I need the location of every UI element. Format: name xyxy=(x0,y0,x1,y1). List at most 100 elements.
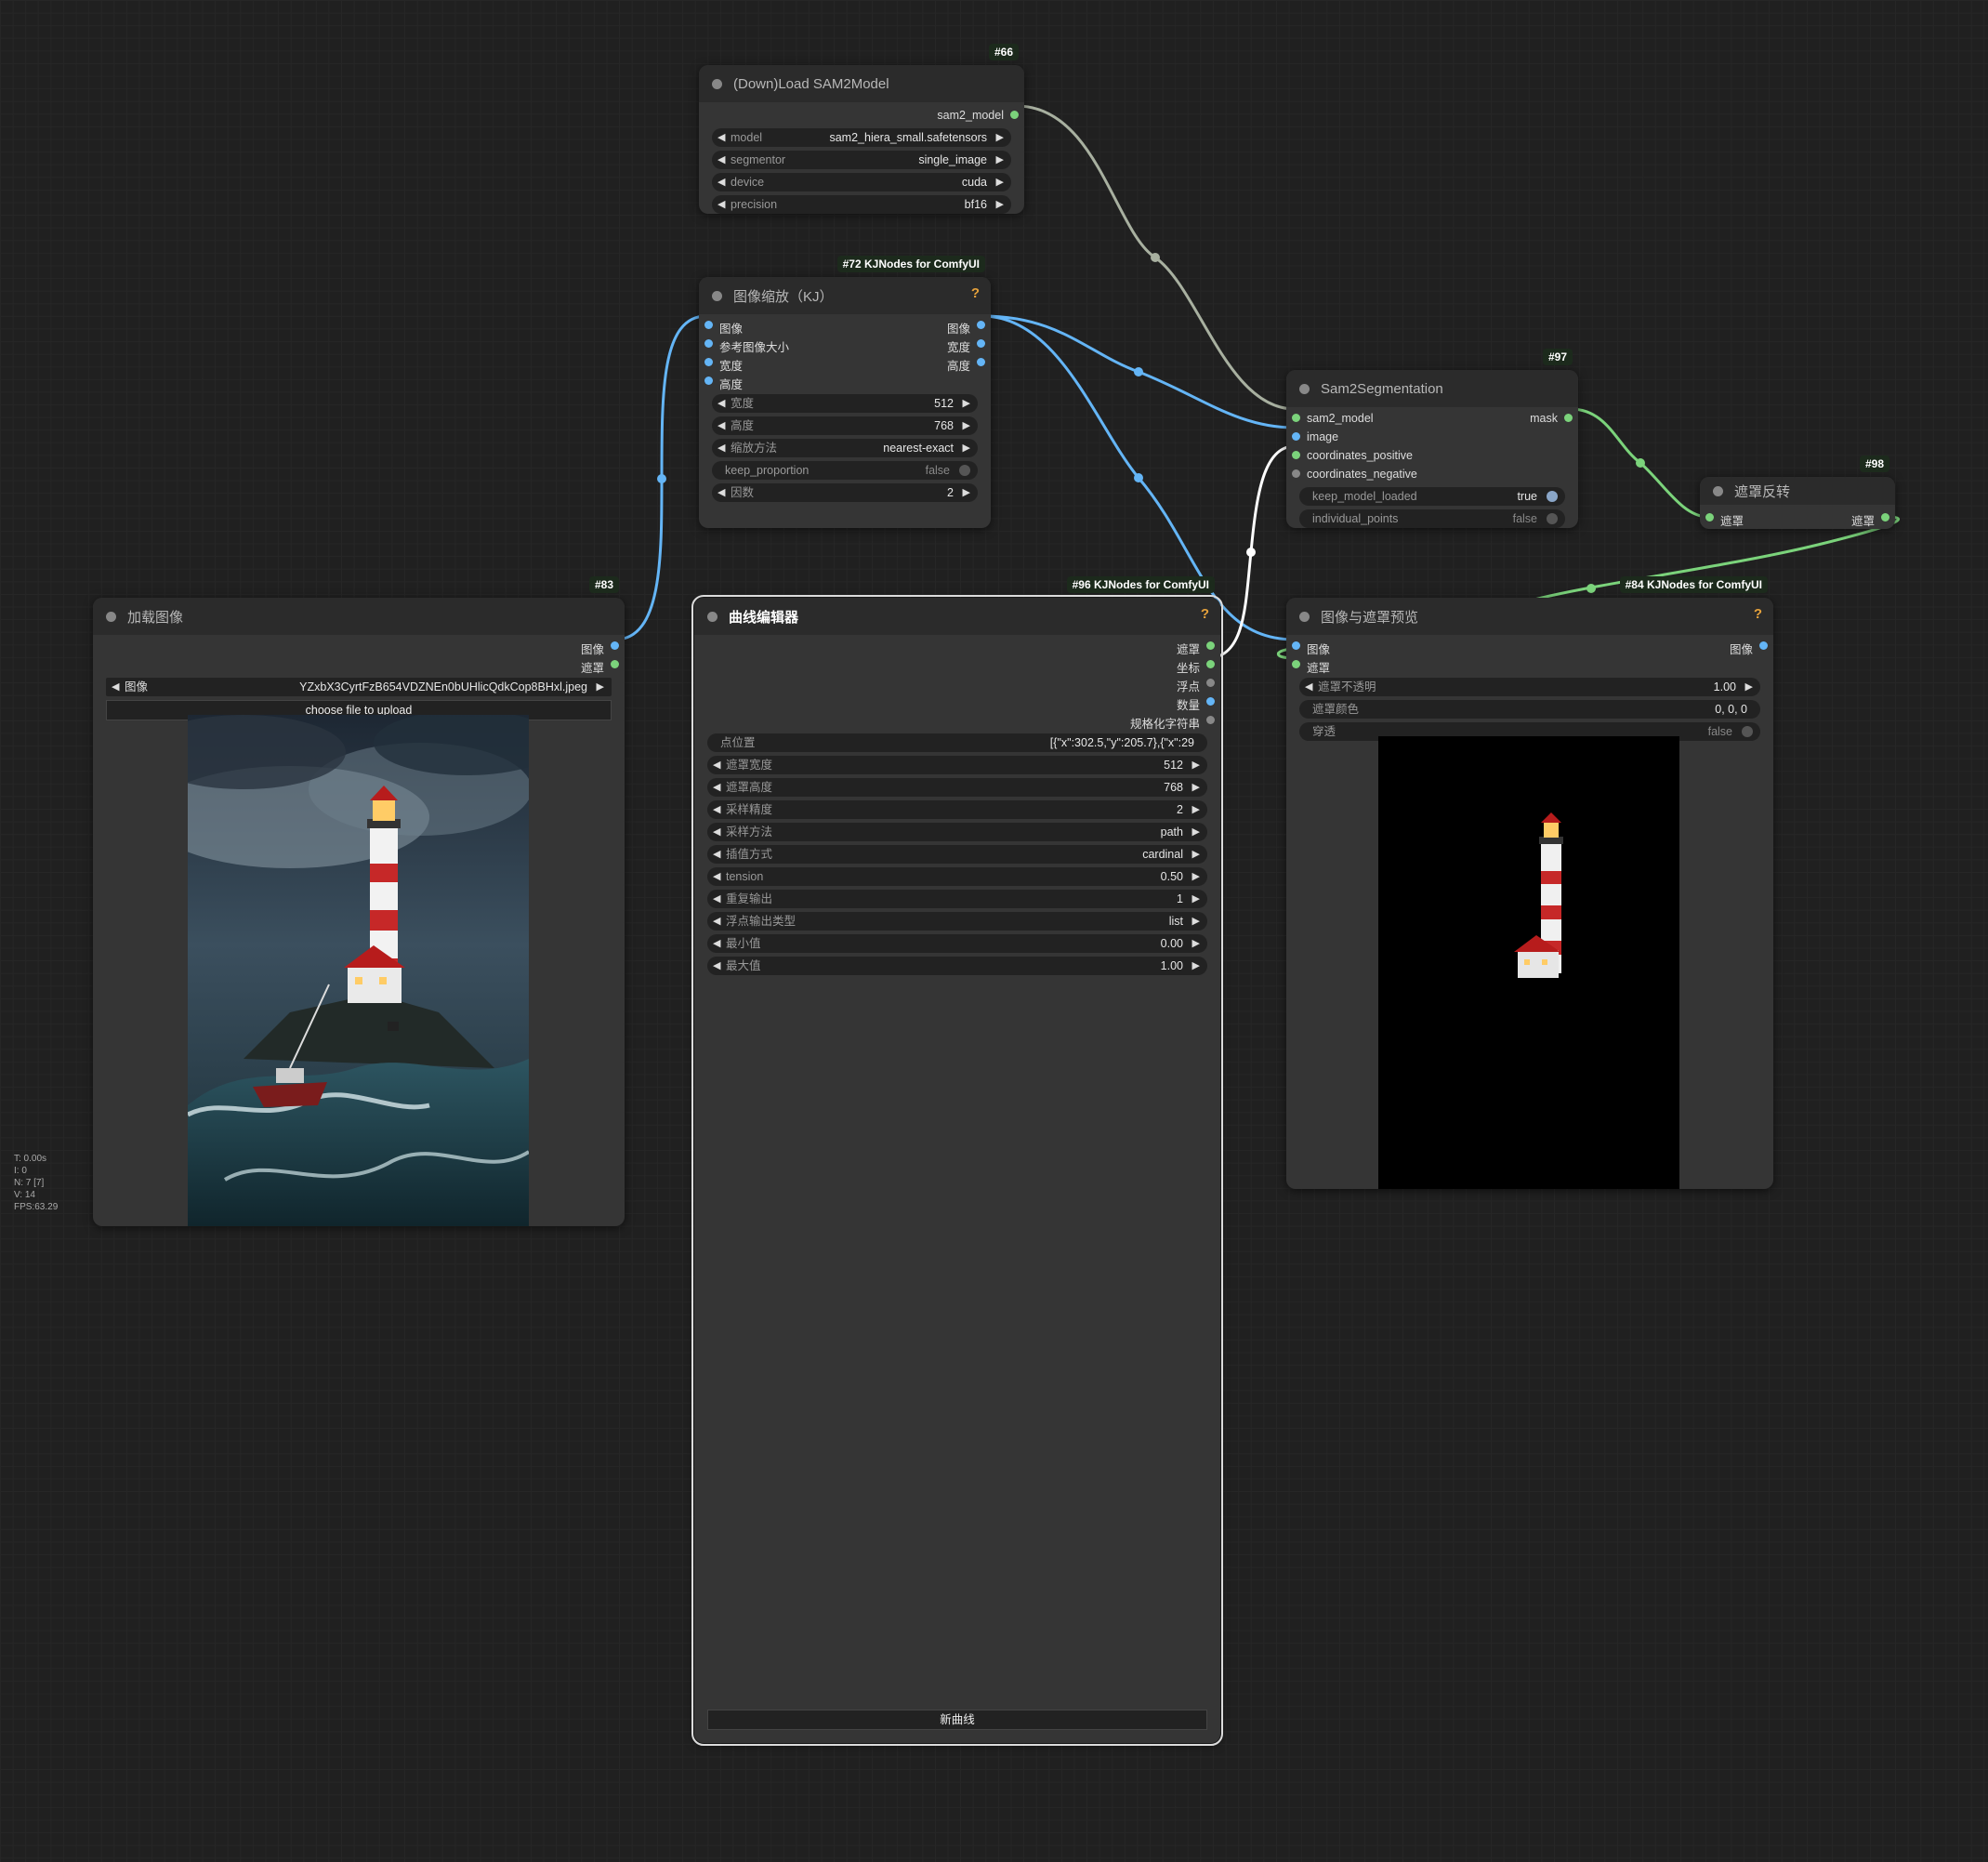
output-port-dot[interactable] xyxy=(1881,513,1889,522)
toggle-keep-model-loaded[interactable]: keep_model_loaded true xyxy=(1299,487,1565,506)
arrow-left-icon[interactable]: ◀ xyxy=(718,483,725,502)
number-widget-width[interactable]: ◀ 宽度 512 ▶ xyxy=(712,394,978,413)
text-widget-mask-color[interactable]: 遮罩颜色 0, 0, 0 xyxy=(1299,700,1760,719)
port-row[interactable]: 高度 xyxy=(699,372,991,391)
port-row[interactable]: 图像 图像 xyxy=(699,316,991,336)
arrow-left-icon[interactable]: ◀ xyxy=(713,957,720,975)
node-curve-editor[interactable]: #96 KJNodes for ComfyUI 曲线编辑器 ? 遮罩 坐标 浮点… xyxy=(691,576,1223,1746)
input-port-dot[interactable] xyxy=(1705,513,1714,522)
input-port-dot[interactable] xyxy=(1292,414,1300,422)
output-port-dot[interactable] xyxy=(1759,641,1768,650)
number-widget[interactable]: ◀ tension 0.50 ▶ xyxy=(707,867,1207,886)
output-port-dot[interactable] xyxy=(1206,660,1215,668)
input-port-dot[interactable] xyxy=(704,321,713,329)
combo-widget[interactable]: ◀ 插值方式 cardinal ▶ xyxy=(707,845,1207,864)
arrow-right-icon[interactable]: ▶ xyxy=(963,416,970,435)
port-row[interactable]: 遮罩 xyxy=(1286,655,1773,675)
toggle-knob[interactable] xyxy=(1547,513,1558,524)
input-port-dot[interactable] xyxy=(704,376,713,385)
output-port-dot[interactable] xyxy=(1206,697,1215,706)
collapse-dot-icon[interactable] xyxy=(707,611,718,622)
port-row[interactable]: 浮点 xyxy=(694,674,1220,693)
arrow-left-icon[interactable]: ◀ xyxy=(112,678,119,696)
arrow-right-icon[interactable]: ▶ xyxy=(1192,756,1200,774)
port-row[interactable]: 规格化字符串 xyxy=(694,711,1220,731)
node-sam2-segmentation[interactable]: #97 Sam2Segmentation sam2_model mask ima… xyxy=(1286,349,1578,528)
port-row[interactable]: 遮罩 xyxy=(93,655,625,675)
output-port-dot[interactable] xyxy=(1010,111,1019,119)
output-port-dot[interactable] xyxy=(977,339,985,348)
combo-widget-precision[interactable]: ◀ precision bf16 ▶ xyxy=(712,195,1011,214)
arrow-left-icon[interactable]: ◀ xyxy=(713,800,720,819)
arrow-right-icon[interactable]: ▶ xyxy=(1192,912,1200,931)
arrow-left-icon[interactable]: ◀ xyxy=(713,867,720,886)
port-row[interactable]: image xyxy=(1286,428,1578,446)
arrow-left-icon[interactable]: ◀ xyxy=(718,151,725,169)
help-icon[interactable]: ? xyxy=(1201,606,1209,622)
collapse-dot-icon[interactable] xyxy=(1299,611,1310,622)
arrow-left-icon[interactable]: ◀ xyxy=(1305,678,1312,696)
arrow-left-icon[interactable]: ◀ xyxy=(718,416,725,435)
number-widget[interactable]: ◀ 最小值 0.00 ▶ xyxy=(707,934,1207,953)
arrow-right-icon[interactable]: ▶ xyxy=(963,394,970,413)
input-port-dot[interactable] xyxy=(1292,660,1300,668)
node-image-resize[interactable]: #72 KJNodes for ComfyUI 图像缩放（KJ） ? 图像 图像… xyxy=(699,256,991,528)
output-port-row[interactable]: sam2_model xyxy=(699,106,1024,125)
collapse-dot-icon[interactable] xyxy=(712,290,722,301)
combo-widget-device[interactable]: ◀ device cuda ▶ xyxy=(712,173,1011,191)
arrow-right-icon[interactable]: ▶ xyxy=(597,678,604,696)
arrow-right-icon[interactable]: ▶ xyxy=(1192,934,1200,953)
number-widget-factor[interactable]: ◀ 因数 2 ▶ xyxy=(712,483,978,502)
arrow-right-icon[interactable]: ▶ xyxy=(996,173,1004,191)
toggle-knob[interactable] xyxy=(959,465,970,476)
collapse-dot-icon[interactable] xyxy=(1713,485,1723,496)
arrow-left-icon[interactable]: ◀ xyxy=(713,756,720,774)
arrow-right-icon[interactable]: ▶ xyxy=(1192,957,1200,975)
node-header[interactable]: 图像缩放（KJ） ? xyxy=(699,277,991,314)
help-icon[interactable]: ? xyxy=(971,285,980,301)
node-header[interactable]: (Down)Load SAM2Model xyxy=(699,65,1024,102)
node-header[interactable]: Sam2Segmentation xyxy=(1286,370,1578,407)
arrow-left-icon[interactable]: ◀ xyxy=(713,912,720,931)
arrow-right-icon[interactable]: ▶ xyxy=(963,483,970,502)
output-port-dot[interactable] xyxy=(977,358,985,366)
combo-widget[interactable]: ◀ 采样方法 path ▶ xyxy=(707,823,1207,841)
combo-widget[interactable]: ◀ 浮点输出类型 list ▶ xyxy=(707,912,1207,931)
arrow-left-icon[interactable]: ◀ xyxy=(718,173,725,191)
node-load-sam2model[interactable]: #66 (Down)Load SAM2Model sam2_model ◀ mod… xyxy=(699,44,1024,214)
arrow-right-icon[interactable]: ▶ xyxy=(1192,867,1200,886)
input-port-dot[interactable] xyxy=(704,339,713,348)
port-row[interactable]: 宽度 高度 xyxy=(699,353,991,373)
toggle-knob[interactable] xyxy=(1742,726,1753,737)
input-port-dot[interactable] xyxy=(1292,469,1300,478)
number-widget[interactable]: ◀ 遮罩宽度 512 ▶ xyxy=(707,756,1207,774)
help-icon[interactable]: ? xyxy=(1754,606,1762,622)
port-row[interactable]: 数量 xyxy=(694,693,1220,712)
output-port-dot[interactable] xyxy=(1206,716,1215,724)
input-port-dot[interactable] xyxy=(1292,641,1300,650)
output-port-dot[interactable] xyxy=(977,321,985,329)
output-port-dot[interactable] xyxy=(1206,679,1215,687)
node-load-image[interactable]: #83 加载图像 图像 遮罩 ◀ 图像 YZxbX3CyrtFzB654VDZNEn… xyxy=(93,576,625,1226)
port-row[interactable]: 图像 图像 xyxy=(1286,637,1773,656)
arrow-right-icon[interactable]: ▶ xyxy=(996,151,1004,169)
arrow-left-icon[interactable]: ◀ xyxy=(718,195,725,214)
arrow-right-icon[interactable]: ▶ xyxy=(1192,800,1200,819)
input-port-dot[interactable] xyxy=(704,358,713,366)
number-widget-height[interactable]: ◀ 高度 768 ▶ xyxy=(712,416,978,435)
arrow-left-icon[interactable]: ◀ xyxy=(713,823,720,841)
port-row[interactable]: sam2_model mask xyxy=(1286,409,1578,428)
collapse-dot-icon[interactable] xyxy=(712,78,722,89)
output-port-dot[interactable] xyxy=(1564,414,1573,422)
node-header[interactable]: 遮罩反转 xyxy=(1700,477,1895,505)
combo-widget-image-file[interactable]: ◀ 图像 YZxbX3CyrtFzB654VDZNEn0bUHlicQdkCop8B… xyxy=(106,678,612,696)
collapse-dot-icon[interactable] xyxy=(1299,383,1310,394)
toggle-keep-proportion[interactable]: keep_proportion false xyxy=(712,461,978,480)
node-header[interactable]: 加载图像 xyxy=(93,598,625,635)
arrow-left-icon[interactable]: ◀ xyxy=(713,778,720,797)
node-image-mask-preview[interactable]: #84 KJNodes for ComfyUI 图像与遮罩预览 ? 图像 图像 … xyxy=(1286,576,1773,1189)
arrow-right-icon[interactable]: ▶ xyxy=(1192,890,1200,908)
collapse-dot-icon[interactable] xyxy=(106,611,116,622)
port-row[interactable]: coordinates_positive xyxy=(1286,446,1578,465)
port-row[interactable]: 参考图像大小 宽度 xyxy=(699,335,991,354)
